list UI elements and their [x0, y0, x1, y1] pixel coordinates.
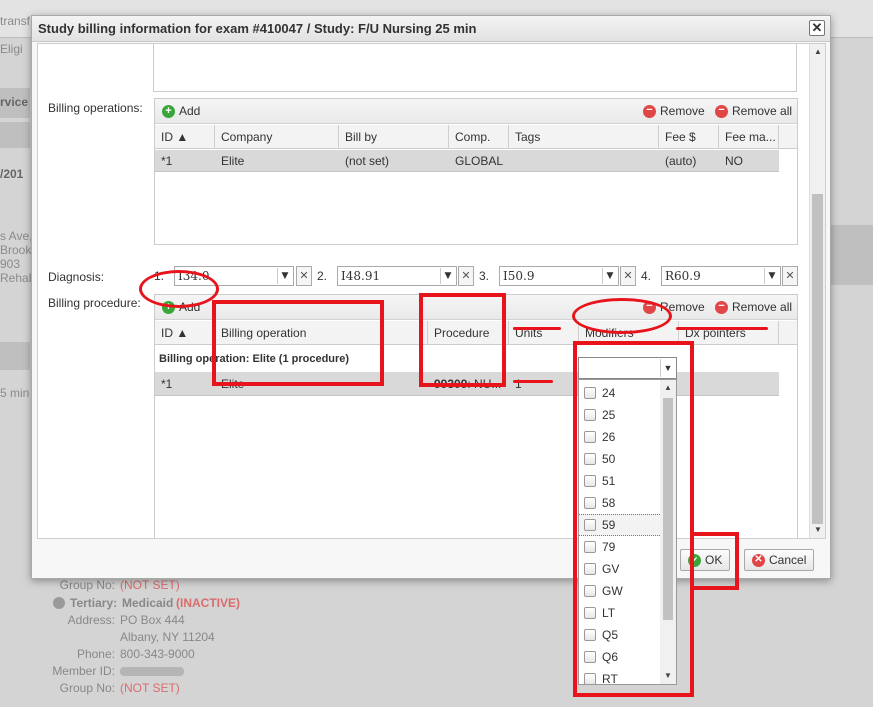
diagnosis-number: 3. [479, 269, 490, 283]
column-header-id[interactable]: ID ▲ [155, 321, 215, 345]
billing-operations-remove-button[interactable]: − Remove [643, 104, 705, 118]
dialog-title: Study billing information for exam #4100… [38, 21, 477, 36]
bg-fragment-transf: transf [0, 14, 31, 28]
dialog-title-bar: Study billing information for exam #4100… [32, 16, 830, 42]
bg-fragment-min: 5 min [0, 386, 30, 400]
annotation-underline-units [513, 327, 561, 330]
diagnosis-select-4[interactable]: R60.9 ▼ [661, 266, 781, 286]
cell-id: *1 [161, 377, 173, 391]
column-header-company[interactable]: Company [215, 125, 339, 149]
add-icon: + [162, 104, 175, 118]
add-label: Add [179, 104, 201, 118]
bg-fragment-zip: 903 [0, 257, 21, 271]
billing-operations-label: Billing operations: [48, 101, 143, 115]
column-header-comp[interactable]: Comp. [449, 125, 509, 149]
remove-all-label: Remove all [732, 300, 793, 314]
bg-phone-value: 800-343-9000 [120, 647, 195, 661]
dialog-scrollbar[interactable]: ▲ ▼ [809, 44, 825, 538]
column-header-fee-ma[interactable]: Fee ma... [719, 125, 779, 149]
bg-fragment-date: /201 [0, 167, 24, 181]
close-icon[interactable]: ✕ [809, 20, 825, 36]
table-row[interactable]: *1 Elite (not set) GLOBAL (auto) NO [155, 150, 779, 172]
billing-operations-header: ID ▲ Company Bill by Comp. Tags Fee $ Fe… [155, 125, 797, 149]
annotation-ellipse-add [139, 270, 219, 308]
cell-bill-by: (not set) [345, 154, 390, 168]
column-header-units[interactable]: Units [509, 321, 579, 345]
column-header-id[interactable]: ID ▲ [155, 125, 215, 149]
chevron-down-icon: ▼ [602, 268, 617, 284]
annotation-rect-procedure [419, 293, 506, 387]
column-header-bill-by[interactable]: Bill by [339, 125, 449, 149]
column-header-dx-pointers[interactable]: Dx pointers [679, 321, 779, 345]
bg-group-no-value: (NOT SET) [120, 578, 180, 592]
bg-member-id-redacted [120, 667, 184, 676]
chevron-down-icon: ▼ [764, 268, 779, 284]
annotation-rect-modifiers-dropdown [573, 341, 694, 697]
remove-icon: − [715, 300, 728, 314]
tertiary-bullet-icon [53, 597, 65, 609]
billing-operations-add-button[interactable]: + Add [162, 104, 200, 118]
clear-icon[interactable]: ✕ [782, 266, 798, 286]
bg-tertiary-status: (INACTIVE) [176, 596, 240, 610]
annotation-underline-units-value [513, 380, 553, 383]
cell-company: Elite [221, 154, 245, 168]
clear-icon[interactable]: ✕ [458, 266, 474, 286]
bg-address-label: Address: [67, 613, 115, 627]
chevron-down-icon: ▼ [277, 268, 292, 284]
billing-procedure-label: Billing procedure: [48, 296, 141, 310]
billing-procedure-remove-all-button[interactable]: − Remove all [715, 300, 792, 314]
notes-textarea[interactable] [153, 44, 797, 92]
remove-icon: − [643, 104, 656, 118]
diagnosis-label: Diagnosis: [48, 270, 105, 284]
cancel-button[interactable]: ✕ Cancel [744, 549, 815, 571]
bg-phone-label: Phone: [76, 647, 115, 661]
column-header-tags[interactable]: Tags [509, 125, 659, 149]
billing-operations-grid: + Add − Remove − Remove all ID ▲ Company… [154, 98, 798, 245]
cell-tags [509, 150, 521, 172]
diagnosis-select-3[interactable]: I50.9 ▼ [499, 266, 619, 286]
billing-operations-toolbar: + Add − Remove − Remove all [155, 99, 797, 124]
diagnosis-code: R60.9 [665, 269, 701, 283]
billing-operations-remove-all-button[interactable]: − Remove all [715, 104, 792, 118]
scrollbar-thumb[interactable] [812, 194, 823, 524]
cell-id: *1 [161, 154, 173, 168]
chevron-down-icon: ▼ [440, 268, 455, 284]
cancel-icon: ✕ [752, 553, 765, 567]
bg-member-id-label: Member ID: [52, 664, 115, 678]
diagnosis-number: 4. [641, 269, 652, 283]
bg-fragment-service: rvice [0, 95, 29, 109]
annotation-rect-ok [690, 532, 739, 590]
scroll-up-icon[interactable]: ▲ [810, 44, 825, 60]
remove-label: Remove [660, 104, 705, 118]
annotation-ellipse-modifiers [572, 298, 672, 334]
bg-group-no-label: Group No: [59, 578, 115, 592]
bg-strip [0, 122, 30, 148]
clear-icon[interactable]: ✕ [620, 266, 636, 286]
cell-units[interactable]: 1 [509, 373, 528, 395]
clear-icon[interactable]: ✕ [296, 266, 312, 286]
bg-group-no-value-2: (NOT SET) [120, 681, 180, 695]
cell-fee-ma: NO [725, 154, 743, 168]
diagnosis-code: I50.9 [503, 269, 535, 283]
bg-strip [0, 342, 30, 370]
cell-comp: GLOBAL [455, 154, 504, 168]
diagnosis-code: I48.91 [341, 269, 381, 283]
bg-address-line1: PO Box 444 [120, 613, 185, 627]
bg-tertiary-name: Medicaid [122, 596, 174, 610]
scroll-down-icon[interactable]: ▼ [810, 522, 825, 538]
cancel-label: Cancel [769, 553, 807, 567]
diagnosis-select-2[interactable]: I48.91 ▼ [337, 266, 457, 286]
cell-fee: (auto) [665, 154, 697, 168]
remove-icon: − [715, 104, 728, 118]
bg-fragment-address: s Ave, [0, 229, 33, 243]
annotation-underline-dx-pointers [676, 327, 768, 330]
annotation-rect-billing-operation [212, 300, 384, 386]
bg-fragment-eligi: Eligi [0, 42, 23, 56]
diagnosis-number: 2. [317, 269, 328, 283]
column-header-fee[interactable]: Fee $ [659, 125, 719, 149]
bg-group-no-label-2: Group No: [59, 681, 115, 695]
bg-address-line2: Albany, NY 11204 [120, 630, 215, 644]
remove-all-label: Remove all [732, 104, 793, 118]
bg-tertiary-label: Tertiary: [70, 596, 118, 610]
